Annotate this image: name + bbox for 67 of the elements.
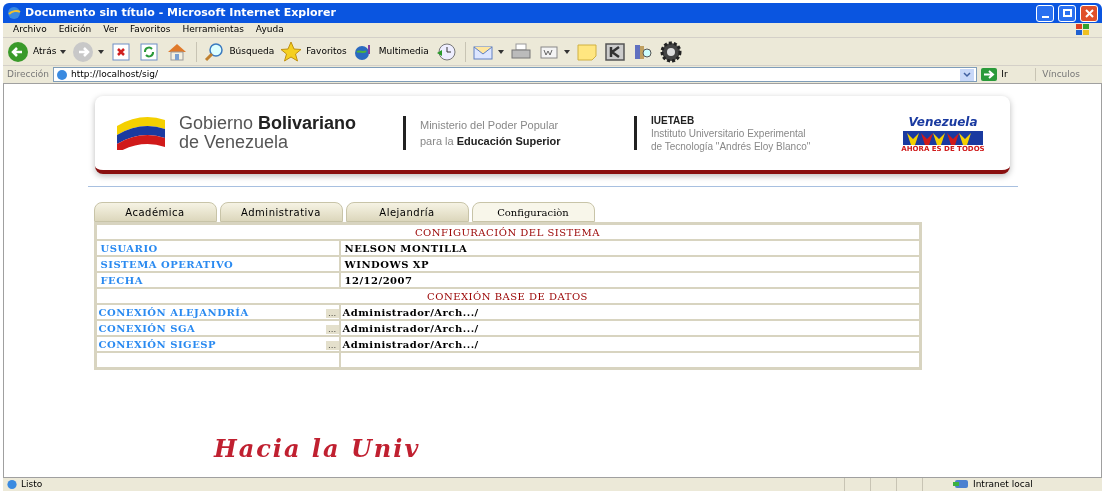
go-label[interactable]: Ir bbox=[1001, 67, 1032, 82]
connection-label: CONEXIÓN SIGESP bbox=[98, 337, 217, 352]
dropdown-caret-icon[interactable] bbox=[563, 49, 570, 54]
tab[interactable]: Alejandría bbox=[345, 202, 469, 222]
institute-name: de Tecnología "Andrés Eloy Blanco" bbox=[651, 139, 812, 153]
dropdown-caret-icon[interactable] bbox=[60, 49, 67, 54]
status-text: Listo bbox=[21, 477, 44, 491]
dropdown-caret-icon[interactable] bbox=[497, 49, 504, 54]
star-icon[interactable] bbox=[280, 40, 303, 63]
field-label: FECHA bbox=[95, 272, 340, 288]
menu-item[interactable]: Favoritos bbox=[123, 23, 177, 37]
connection-value: Administrador/Arch.../ bbox=[339, 304, 920, 320]
search-icon[interactable] bbox=[203, 40, 226, 63]
field-value: 12/12/2007 bbox=[339, 272, 920, 288]
close-button[interactable] bbox=[1080, 4, 1098, 22]
network-computer-icon bbox=[953, 479, 969, 490]
field-value: WINDOWS XP bbox=[339, 256, 920, 272]
field-label: SISTEMA OPERATIVO bbox=[95, 256, 340, 272]
close-icon bbox=[1084, 8, 1094, 18]
k-box-icon[interactable] bbox=[603, 40, 626, 63]
address-label: Dirección bbox=[7, 67, 50, 81]
flag-icon bbox=[117, 116, 165, 150]
links-label[interactable]: Vínculos bbox=[1035, 67, 1098, 82]
refresh-icon[interactable] bbox=[138, 40, 161, 63]
toolbar-label[interactable]: Atrás bbox=[33, 44, 57, 59]
toolbar-label[interactable]: Multimedia bbox=[378, 44, 429, 59]
maximize-button[interactable] bbox=[1058, 4, 1076, 22]
field-label: USUARIO bbox=[95, 240, 340, 256]
dropdown-caret-icon[interactable] bbox=[98, 49, 105, 54]
slogan-logo: Hacia la Univ bbox=[214, 434, 421, 463]
ministry-name: para la Educación Superior bbox=[420, 134, 562, 149]
field-value: NELSON MONTILLA bbox=[339, 240, 920, 256]
government-name: Gobierno Bolivariano bbox=[179, 114, 358, 133]
tab[interactable]: Administrativa bbox=[219, 202, 343, 222]
toolbar-label[interactable]: Búsqueda bbox=[229, 44, 275, 59]
page-icon bbox=[6, 479, 18, 490]
tab[interactable]: Académica bbox=[93, 202, 217, 222]
ministry-name: Ministerio del Poder Popular bbox=[420, 118, 560, 133]
connection-label: CONEXIÓN SGA bbox=[98, 321, 197, 336]
connection-value: Administrador/Arch.../ bbox=[339, 320, 920, 336]
menu-item[interactable]: Herramientas bbox=[176, 23, 250, 37]
section-heading: CONFIGURACIÓN DEL SISTEMA bbox=[414, 225, 601, 240]
connection-label: CONEXIÓN ALEJANDRÍA bbox=[98, 305, 250, 320]
address-field[interactable]: http://localhost/sig/ bbox=[53, 67, 978, 82]
dropdown-caret-icon[interactable] bbox=[960, 68, 975, 81]
menu-item[interactable]: Edición bbox=[52, 23, 98, 37]
stop-icon[interactable] bbox=[110, 40, 133, 63]
tab[interactable]: Configuraciòn bbox=[471, 202, 595, 222]
government-country: de Venezuela bbox=[179, 133, 290, 152]
window-title: Documento sin título - Microsoft Internet Explorer bbox=[25, 4, 337, 21]
venezuela-logo-text: Venezuela bbox=[908, 114, 978, 131]
section-heading: CONEXIÓN BASE DE DATOS bbox=[427, 289, 588, 304]
security-zone: Intranet local bbox=[973, 477, 1033, 491]
connection-value: Administrador/Arch.../ bbox=[339, 336, 920, 352]
institute-acronym: IUETAEB bbox=[651, 113, 696, 127]
minimize-button[interactable] bbox=[1036, 4, 1054, 22]
toolbar-label[interactable]: Favoritos bbox=[306, 44, 347, 59]
menu-item[interactable]: Ayuda bbox=[249, 23, 290, 37]
page-icon bbox=[56, 68, 69, 81]
windows-logo-icon bbox=[1076, 24, 1090, 36]
menu-item[interactable]: Ver bbox=[97, 23, 124, 37]
children-figures-icon bbox=[903, 131, 983, 145]
go-arrow-icon[interactable] bbox=[981, 68, 998, 81]
institute-name: Instituto Universitario Experimental bbox=[651, 126, 807, 140]
menu-item[interactable]: Archivo bbox=[7, 23, 53, 37]
browser-icon bbox=[7, 6, 21, 20]
gear-icon[interactable] bbox=[659, 40, 682, 63]
